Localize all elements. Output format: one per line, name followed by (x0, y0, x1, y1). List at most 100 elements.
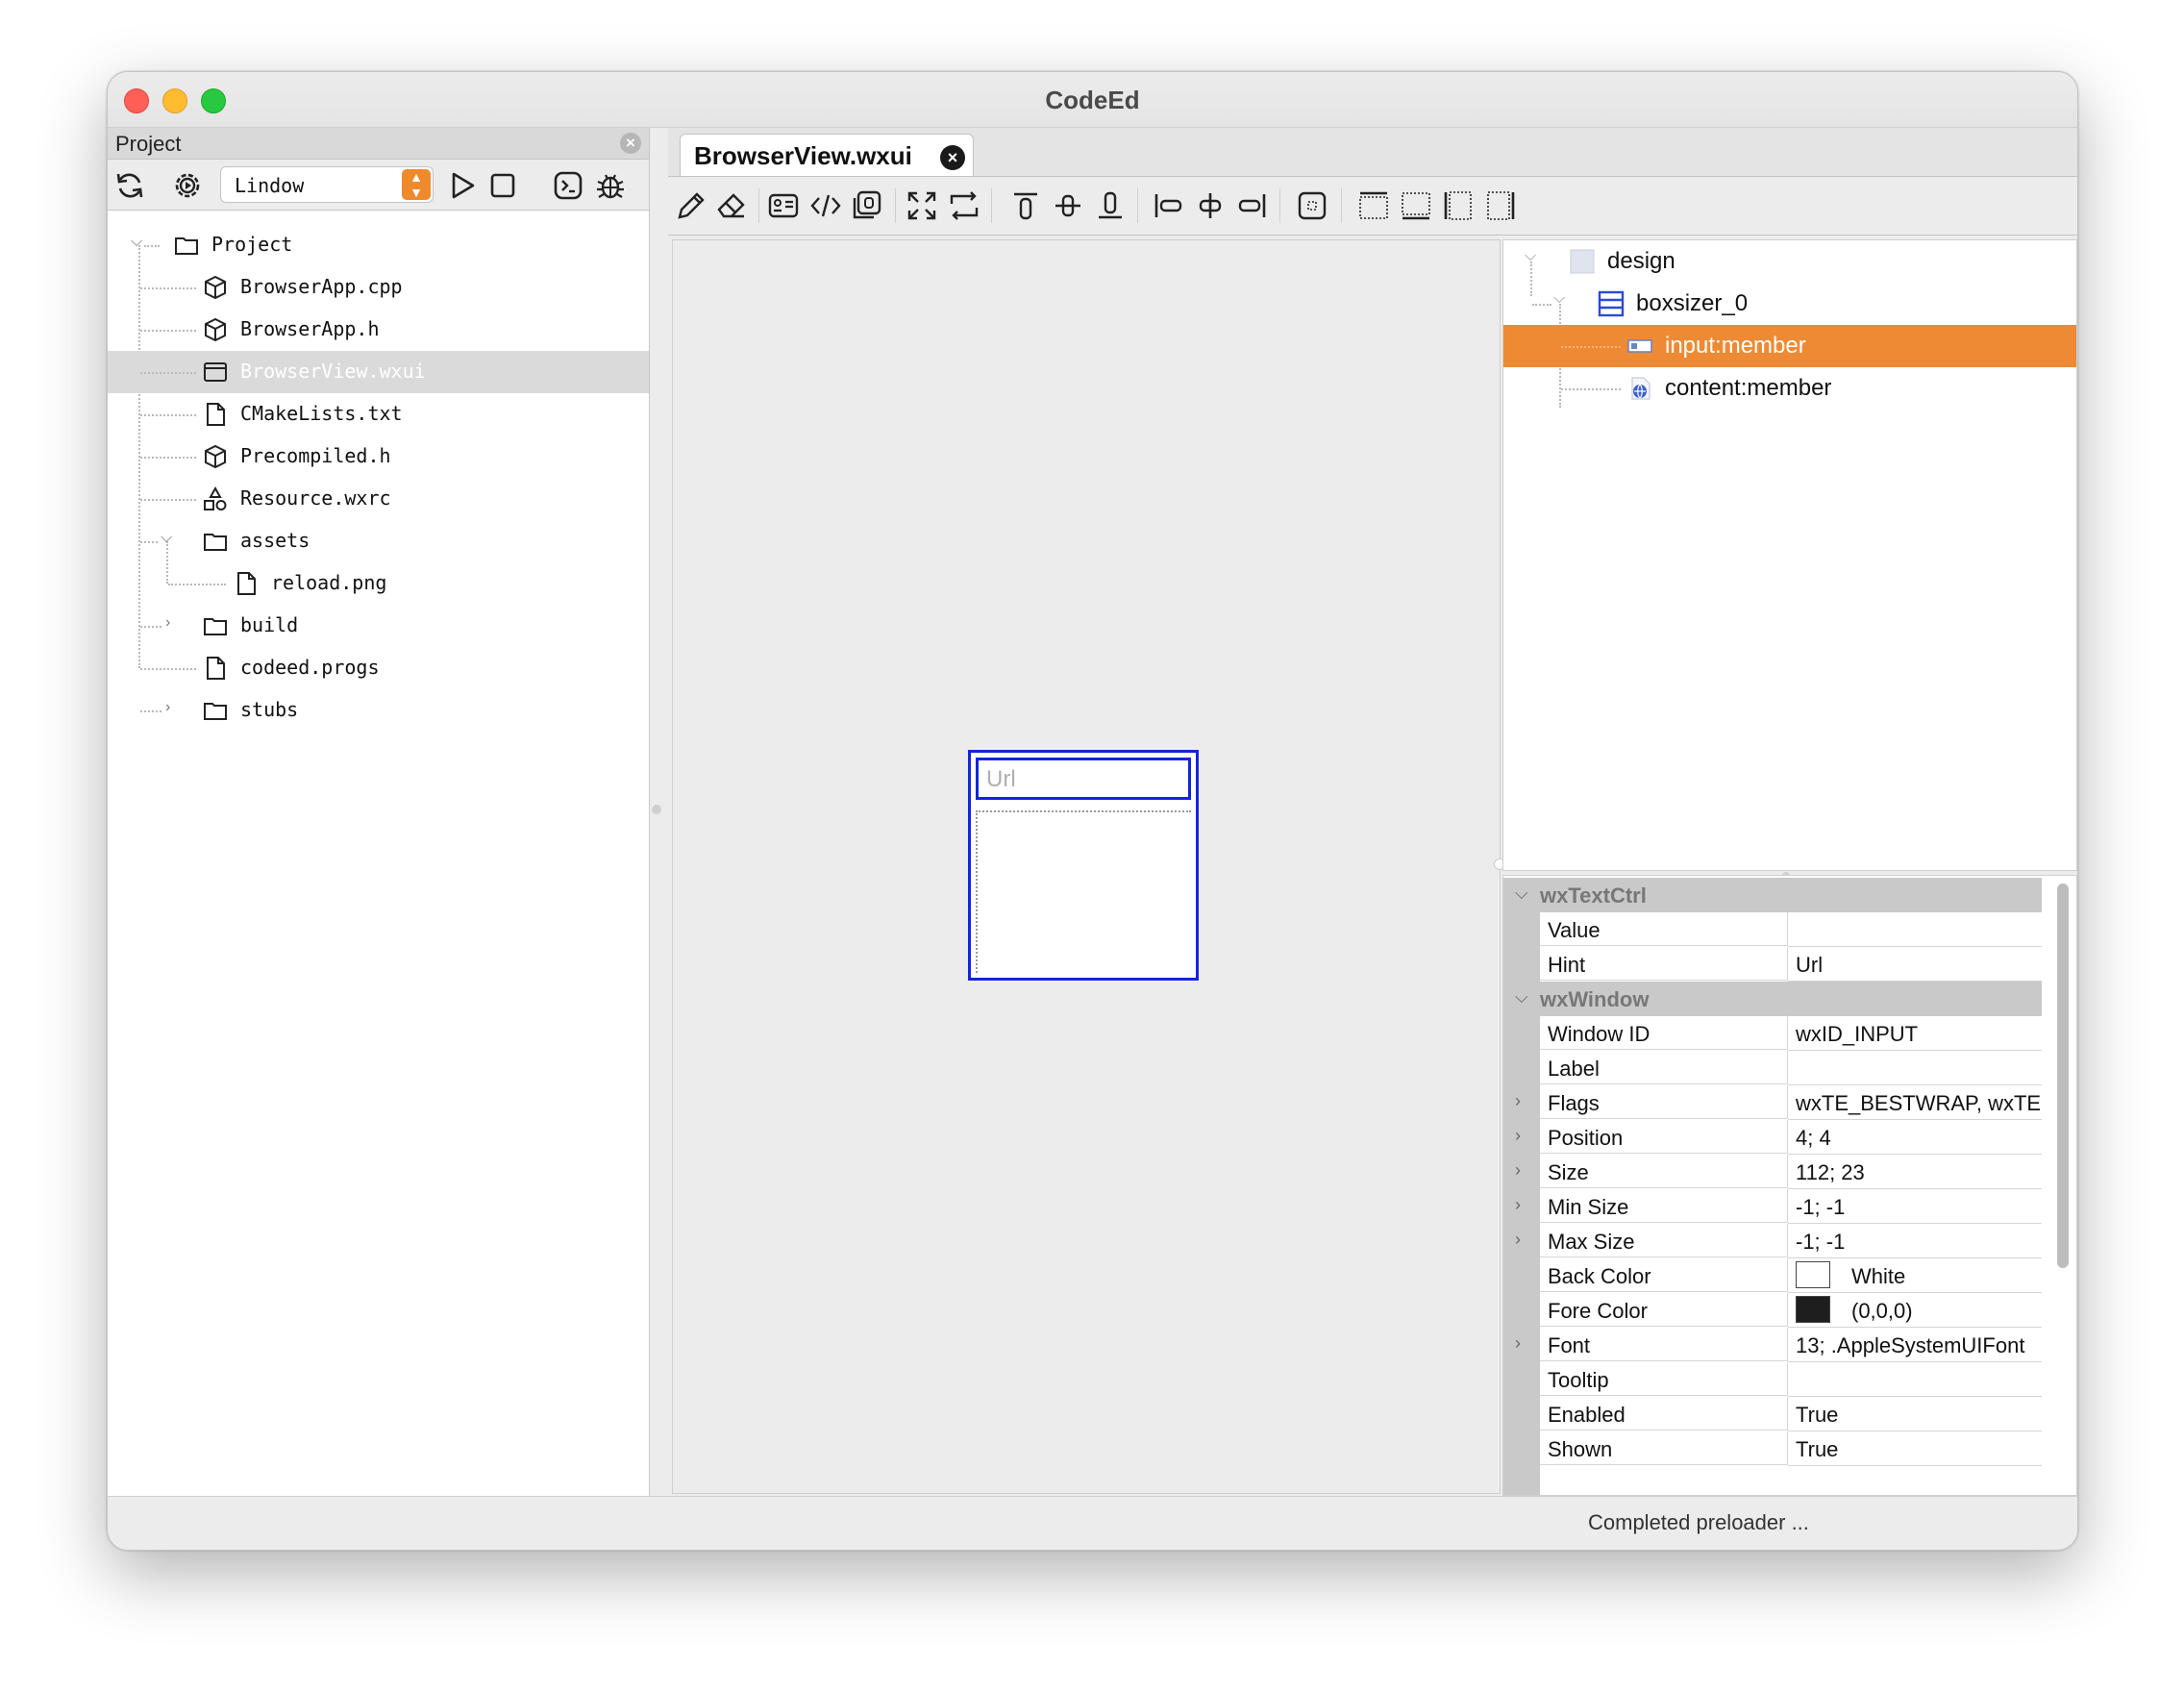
tree-item-reload-png[interactable]: reload.png (108, 562, 649, 605)
object-item-content-member[interactable]: content:member (1503, 367, 2076, 410)
align-middle-icon[interactable] (1051, 188, 1085, 223)
property-row-window-id[interactable]: Window ID wxID_INPUT (1503, 1016, 2042, 1051)
align-bottom-icon[interactable] (1093, 188, 1128, 223)
chevron-right-icon[interactable]: › (1515, 1195, 1521, 1215)
tree-item-browserview-wxui[interactable]: BrowserView.wxui (108, 351, 649, 393)
tree-item-precompiled-h[interactable]: Precompiled.h (108, 435, 649, 478)
cube-icon (202, 443, 229, 470)
content-webview-preview[interactable] (976, 810, 1191, 973)
editor-tab-bar: BrowserView.wxui × (668, 128, 2077, 177)
eraser-icon[interactable] (714, 188, 749, 223)
form-preview[interactable]: Url (968, 750, 1199, 981)
property-category-wxwindow[interactable]: ⌵ wxWindow (1503, 982, 2042, 1016)
webview-globe-icon (1626, 375, 1653, 402)
chevron-right-icon[interactable]: › (1515, 1160, 1521, 1181)
property-row-shown[interactable]: Shown True (1503, 1431, 2042, 1466)
copy-icon[interactable] (849, 188, 883, 223)
design-toolbar (668, 177, 2077, 236)
grid-right-icon[interactable] (1483, 188, 1518, 223)
property-row-position[interactable]: › Position 4; 4 (1503, 1120, 2042, 1155)
align-left-icon[interactable] (1151, 188, 1185, 223)
url-input-preview[interactable]: Url (976, 758, 1191, 800)
property-row-max-size[interactable]: › Max Size -1; -1 (1503, 1224, 2042, 1258)
tree-item-assets[interactable]: ⌵ assets (108, 520, 649, 562)
tree-item-browserapp-h[interactable]: BrowserApp.h (108, 309, 649, 351)
property-row-size[interactable]: › Size 112; 23 (1503, 1155, 2042, 1189)
chevron-right-icon[interactable]: › (1515, 1333, 1521, 1354)
tree-item-cmakelists[interactable]: CMakeLists.txt (108, 393, 649, 435)
property-row-overflow (1503, 1466, 2042, 1495)
chevron-right-icon[interactable]: › (1515, 1126, 1521, 1146)
object-tree: ⌵ design ⌵ boxsizer_0 input:member conte… (1502, 239, 2077, 871)
align-top-icon[interactable] (1008, 188, 1043, 223)
property-row-back-color[interactable]: Back Color White (1503, 1258, 2042, 1293)
folder-icon (202, 697, 229, 724)
property-row-hint[interactable]: Hint Url (1503, 947, 2042, 982)
tree-item-project[interactable]: ⌵ Project (108, 224, 649, 266)
folder-icon (202, 612, 229, 639)
refresh-icon[interactable] (113, 169, 146, 202)
property-row-flags[interactable]: › Flags wxTE_BESTWRAP, wxTE (1503, 1085, 2042, 1120)
design-canvas[interactable]: Url (672, 239, 1501, 1494)
grid-bottom-icon[interactable] (1399, 188, 1433, 223)
grid-top-icon[interactable] (1356, 188, 1391, 223)
chevron-right-icon[interactable]: › (1515, 1091, 1521, 1111)
property-row-tooltip[interactable]: Tooltip (1503, 1362, 2042, 1397)
object-item-boxsizer[interactable]: ⌵ boxsizer_0 (1503, 283, 2076, 325)
property-grid-scrollbar[interactable] (2057, 883, 2069, 1268)
tab-browserview-wxui[interactable]: BrowserView.wxui × (680, 134, 974, 176)
project-panel: Project × Lindow ▲ ▼ ⌵ Project BrowserAp… (108, 128, 650, 1496)
tree-item-browserapp-cpp[interactable]: BrowserApp.cpp (108, 266, 649, 309)
close-tab-icon[interactable]: × (940, 145, 965, 170)
object-item-input-member[interactable]: input:member (1503, 325, 2076, 367)
updown-chevron-icon[interactable]: ▲ ▼ (402, 169, 431, 200)
expand-icon[interactable] (905, 188, 939, 223)
border-icon[interactable] (1295, 188, 1329, 223)
grid-left-icon[interactable] (1441, 188, 1476, 223)
debug-icon[interactable] (594, 169, 627, 202)
property-row-value[interactable]: Value (1503, 912, 2042, 947)
folder-icon (202, 528, 229, 555)
url-input-placeholder: Url (986, 766, 1016, 792)
play-icon[interactable] (446, 169, 479, 202)
title-bar: CodeEd (108, 72, 2077, 128)
window-title: CodeEd (1045, 86, 1140, 114)
panel-splitter[interactable] (652, 805, 661, 814)
folder-icon (173, 232, 200, 259)
project-panel-header: Project × (108, 128, 649, 160)
fore-color-swatch[interactable] (1796, 1296, 1830, 1323)
swap-icon[interactable] (947, 188, 981, 223)
close-panel-icon[interactable]: × (620, 133, 641, 154)
app-window: CodeEd Project × Lindow ▲ ▼ ⌵ Project Br… (107, 71, 2078, 1551)
tab-label: BrowserView.wxui (694, 141, 912, 170)
stop-icon[interactable] (486, 169, 519, 202)
tree-item-stubs[interactable]: › stubs (108, 689, 649, 732)
align-right-icon[interactable] (1235, 188, 1270, 223)
design-icon (1569, 248, 1596, 275)
status-bar: Completed preloader ... (108, 1496, 2077, 1550)
align-center-icon[interactable] (1193, 188, 1228, 223)
target-select-value: Lindow (235, 174, 305, 197)
chevron-right-icon[interactable]: › (1515, 1230, 1521, 1250)
status-message: Completed preloader ... (1588, 1510, 1809, 1534)
property-row-min-size[interactable]: › Min Size -1; -1 (1503, 1189, 2042, 1224)
terminal-icon[interactable] (552, 169, 584, 202)
property-row-enabled[interactable]: Enabled True (1503, 1397, 2042, 1431)
boxsizer-icon (1598, 290, 1625, 317)
textctrl-icon (1626, 333, 1653, 360)
property-row-fore-color[interactable]: Fore Color (0,0,0) (1503, 1293, 2042, 1328)
id-card-icon[interactable] (766, 188, 801, 223)
tree-item-codeed-progs[interactable]: codeed.progs (108, 647, 649, 689)
pencil-icon[interactable] (674, 188, 708, 223)
property-row-font[interactable]: › Font 13; .AppleSystemUIFont (1503, 1328, 2042, 1362)
back-color-swatch[interactable] (1796, 1261, 1830, 1288)
property-category-wxtextctrl[interactable]: ⌵ wxTextCtrl (1503, 878, 2042, 912)
property-row-label[interactable]: Label (1503, 1051, 2042, 1085)
settings-icon[interactable] (171, 169, 204, 202)
tree-item-build[interactable]: › build (108, 605, 649, 647)
code-icon[interactable] (808, 188, 843, 223)
target-select[interactable]: Lindow ▲ ▼ (220, 166, 434, 203)
tree-item-resource-wxrc[interactable]: Resource.wxrc (108, 478, 649, 520)
cube-icon (202, 274, 229, 301)
object-item-design[interactable]: ⌵ design (1503, 240, 2076, 283)
